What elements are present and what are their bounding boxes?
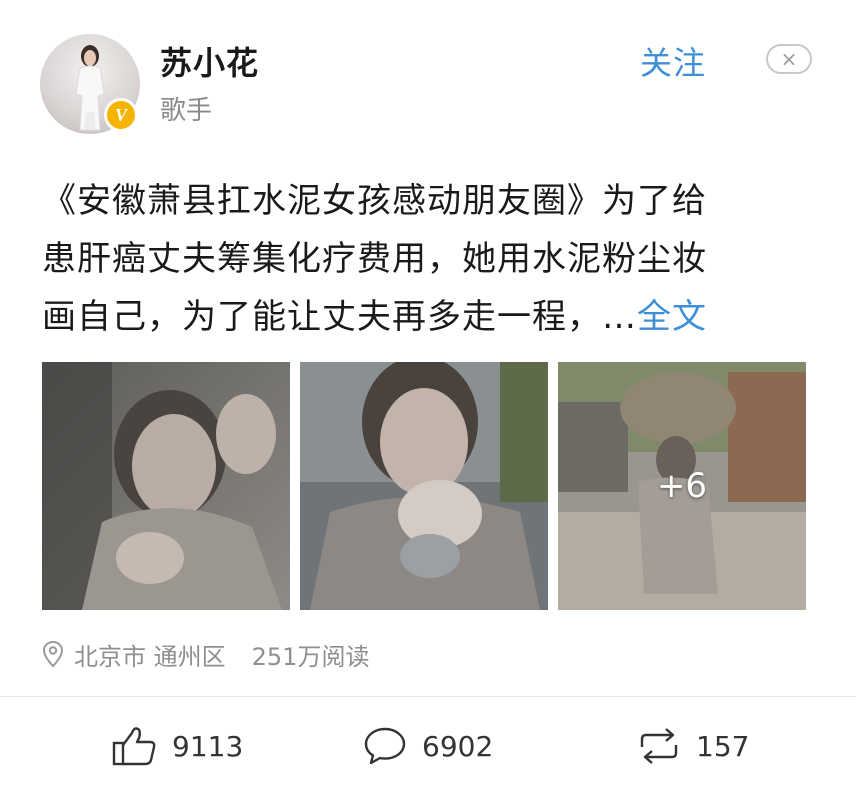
action-bar: 9113 6902 157 (0, 697, 856, 800)
like-count: 9113 (172, 729, 244, 763)
repost-icon (640, 728, 678, 764)
comment-bubble-icon (364, 727, 406, 765)
post-meta: 北京市 通州区 251万阅读 (42, 636, 369, 672)
comment-count: 6902 (422, 729, 494, 763)
repost-button[interactable]: 157 (636, 725, 749, 767)
post-header: V 苏小花 歌手 关注 × (0, 0, 856, 150)
follow-button[interactable]: 关注 (640, 38, 706, 84)
close-icon: × (780, 47, 798, 71)
image-thumbnail-1[interactable] (42, 362, 290, 610)
location-pin-icon (42, 640, 64, 668)
full-text-link[interactable]: 全文 (637, 297, 707, 337)
verified-badge-icon: V (104, 98, 138, 132)
repost-count: 157 (696, 729, 750, 763)
post-text-truncated: 画自己，为了能让丈夫再多走一程，… (42, 297, 637, 337)
weibo-post-card: V 苏小花 歌手 关注 × 《安徽萧县扛水泥女孩感动朋友圈》为了给 患肝癌丈夫筹… (0, 0, 856, 800)
read-count: 251万阅读 (251, 642, 370, 671)
username[interactable]: 苏小花 (160, 38, 259, 84)
like-button[interactable]: 9113 (112, 725, 243, 767)
thumbs-up-icon (112, 727, 156, 766)
location-text[interactable]: 北京市 通州区 (74, 637, 226, 672)
more-images-count: +6 (656, 466, 708, 506)
image-thumbnail-2[interactable] (300, 362, 548, 610)
post-text-line: 画自己，为了能让丈夫再多走一程，…全文 (42, 288, 822, 346)
comment-button[interactable]: 6902 (362, 725, 493, 767)
post-text-line: 患肝癌丈夫筹集化疗费用，她用水泥粉尘妆 (42, 239, 707, 279)
close-button[interactable]: × (766, 44, 812, 74)
post-text-line: 《安徽萧县扛水泥女孩感动朋友圈》为了给 (42, 181, 707, 221)
worker-covering-mouth-photo (300, 362, 548, 610)
post-text: 《安徽萧县扛水泥女孩感动朋友圈》为了给 患肝癌丈夫筹集化疗费用，她用水泥粉尘妆 … (42, 172, 822, 346)
worker-crying-photo (42, 362, 290, 610)
image-thumbnail-3[interactable]: +6 (558, 362, 806, 610)
image-grid: +6 (42, 362, 806, 610)
user-title: 歌手 (160, 96, 213, 126)
